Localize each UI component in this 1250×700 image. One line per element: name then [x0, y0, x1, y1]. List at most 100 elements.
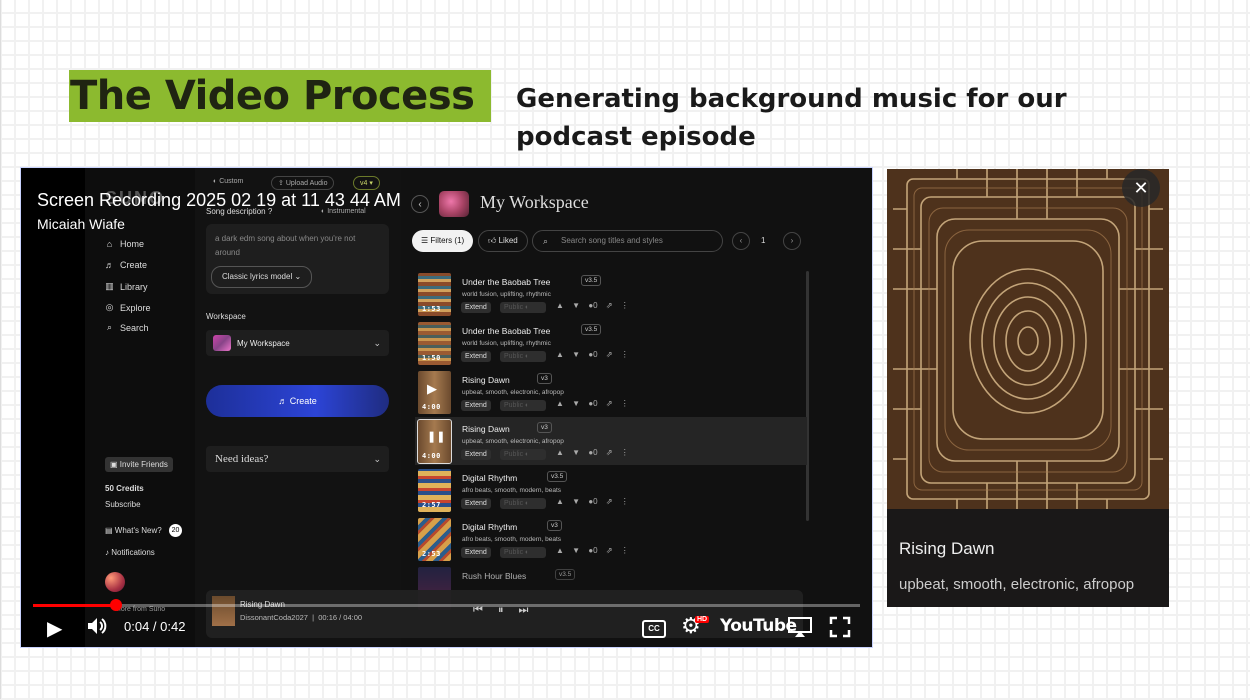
more-from-suno-link[interactable]: More from Suno [115, 606, 165, 613]
song-row-playing[interactable]: ❚❚ 4:00 Rising Dawn v3 upbeat, smooth, e… [415, 417, 807, 465]
filters-button[interactable]: ☰ Filters (1) [412, 230, 474, 252]
song-tags: world fusion, uplifting, rhythmic [462, 340, 551, 347]
thumbs-up-icon: ▲ [556, 399, 564, 408]
public-toggle[interactable]: Public ◐ [500, 498, 546, 509]
notifications-link[interactable]: ♪ Notifications [105, 548, 155, 557]
fullscreen-icon[interactable] [829, 616, 851, 643]
toggle-icon: ◐ [525, 451, 530, 458]
public-toggle[interactable]: Public ◐ [500, 302, 546, 313]
public-toggle[interactable]: Public ◐ [500, 351, 546, 362]
version-badge: v3.5 [581, 275, 602, 286]
lyrics-model-select[interactable]: Classic lyrics model ⌄ [211, 266, 313, 288]
upload-icon: ⇪ [278, 180, 284, 187]
extend-button[interactable]: Extend [461, 547, 491, 558]
library-icon: ▥ [105, 281, 114, 291]
thumbs-down-icon: ▼ [572, 497, 581, 506]
song-title[interactable]: Rising Dawn [462, 424, 510, 434]
song-title[interactable]: Digital Rhythm [462, 473, 517, 483]
song-actions[interactable]: ▲ ▼ ●0 ⇗ ⋮ [556, 546, 629, 555]
sidebar-item-home[interactable]: ⌂ Home [105, 239, 144, 249]
pause-icon[interactable]: ❚❚ [427, 430, 445, 443]
song-title[interactable]: Digital Rhythm [462, 522, 517, 532]
airplay-icon[interactable] [787, 616, 813, 643]
thumbs-down-icon: ▼ [572, 350, 581, 359]
upload-audio-button[interactable]: ⇪ Upload Audio [271, 176, 335, 190]
workspace-select[interactable]: ⌄ [206, 330, 389, 356]
extend-button[interactable]: Extend [461, 400, 491, 411]
video-channel[interactable]: Micaiah Wiafe [37, 216, 125, 232]
song-row[interactable]: 1:50 Under the Baobab Tree v3.5 world fu… [415, 319, 807, 367]
song-title[interactable]: Rush Hour Blues [462, 571, 526, 581]
need-ideas-dropdown[interactable]: Need ideas? ⌄ [206, 446, 389, 472]
captions-icon[interactable]: CC [642, 620, 666, 638]
public-toggle[interactable]: Public ◐ [500, 547, 546, 558]
whats-new-badge: 20 [169, 524, 182, 537]
volume-icon[interactable] [85, 615, 109, 642]
song-row[interactable]: 2:53 Digital Rhythm v3 afro beats, smoot… [415, 515, 807, 563]
youtube-logo[interactable]: YouTube [720, 616, 797, 636]
image-card-title: Rising Dawn [899, 539, 995, 558]
song-actions[interactable]: ▲ ▼ ●0 ⇗ ⋮ [556, 301, 629, 310]
video-player[interactable]: SUNO ⌂ Home ♬ Create ▥ Library ◎ Explore ⌕ Se… [20, 167, 873, 648]
slide-title: The Video Process [70, 73, 475, 119]
close-icon[interactable]: ✕ [1122, 169, 1160, 207]
video-title[interactable]: Screen Recording 2025 02 19 at 11 43 44 … [37, 190, 401, 211]
song-row[interactable]: ▶ 4:00 Rising Dawn v3 upbeat, smooth, el… [415, 368, 807, 416]
subscribe-link[interactable]: Subscribe [105, 500, 141, 509]
play-icon[interactable]: ▶ [427, 381, 437, 397]
song-tags: afro beats, smooth, modern, beats [462, 487, 561, 494]
prev-page-button[interactable]: ‹ [732, 232, 750, 250]
more-icon: ⋮ [620, 301, 629, 310]
chevron-down-icon: ⌄ [294, 272, 302, 281]
song-title[interactable]: Under the Baobab Tree [462, 326, 550, 336]
song-tags: world fusion, uplifting, rhythmic [462, 291, 551, 298]
workspace-icon [439, 191, 469, 217]
explore-icon: ◎ [105, 302, 114, 312]
song-actions[interactable]: ▲ ▼ ●0 ⇗ ⋮ [556, 399, 629, 408]
workspace-title: My Workspace [480, 192, 589, 212]
play-icon[interactable]: ▶ [47, 616, 62, 641]
model-version-select[interactable]: v4 ▾ [353, 176, 380, 190]
song-title[interactable]: Under the Baobab Tree [462, 277, 550, 287]
video-progress-track[interactable] [33, 604, 860, 607]
video-scrubber-handle[interactable] [110, 599, 122, 611]
share-icon: ⇗ [605, 497, 613, 506]
thumbs-down-icon: ▼ [572, 546, 581, 555]
song-actions[interactable]: ▲ ▼ ●0 ⇗ ⋮ [556, 497, 629, 506]
workspace-select-value: My Workspace [237, 339, 290, 348]
share-icon: ⇗ [605, 301, 613, 310]
liked-button[interactable]: 👍︎ Liked [478, 230, 528, 252]
more-icon: ⋮ [620, 399, 629, 408]
next-page-button[interactable]: › [783, 232, 801, 250]
song-search-input[interactable]: ⌕ Search song titles and styles [532, 230, 723, 252]
extend-button[interactable]: Extend [461, 449, 491, 460]
song-title[interactable]: Rising Dawn [462, 375, 510, 385]
invite-friends-button[interactable]: ▣ Invite Friends [105, 457, 173, 472]
song-row[interactable]: 1:53 Under the Baobab Tree v3.5 world fu… [415, 270, 807, 318]
custom-toggle[interactable]: ◐ Custom [207, 176, 249, 187]
share-icon: ⇗ [605, 350, 613, 359]
back-button[interactable]: ‹ [411, 195, 429, 213]
public-toggle[interactable]: Public ◐ [500, 400, 546, 411]
sidebar-item-create[interactable]: ♬ Create [105, 260, 147, 270]
thumbs-up-icon: ▲ [556, 448, 564, 457]
sidebar-item-explore[interactable]: ◎ Explore [105, 302, 151, 313]
video-progress-fill [33, 604, 116, 607]
sidebar-item-search[interactable]: ⌕ Search [105, 322, 149, 333]
avatar[interactable] [105, 572, 125, 592]
thumbs-down-icon: ▼ [572, 448, 581, 457]
song-actions[interactable]: ▲ ▼ ●0 ⇗ ⋮ [556, 350, 629, 359]
whats-new-link[interactable]: ▤ What's New? [105, 526, 162, 535]
extend-button[interactable]: Extend [461, 302, 491, 313]
song-actions[interactable]: ▲ ▼ ●0 ⇗ ⋮ [556, 448, 629, 457]
create-button[interactable]: ♬ Create [206, 385, 389, 417]
image-card-tags: upbeat, smooth, electronic, afropop [899, 576, 1135, 593]
song-row[interactable]: 2:57 Digital Rhythm v3.5 afro beats, smo… [415, 466, 807, 514]
extend-button[interactable]: Extend [461, 351, 491, 362]
page-number: 1 [761, 236, 766, 245]
sidebar-item-library[interactable]: ▥ Library [105, 281, 147, 292]
public-toggle[interactable]: Public ◐ [500, 449, 546, 460]
share-icon: ⇗ [605, 399, 613, 408]
extend-button[interactable]: Extend [461, 498, 491, 509]
image-preview-card[interactable]: ✕ Rising Dawn upbeat, smooth, electronic… [887, 169, 1169, 607]
